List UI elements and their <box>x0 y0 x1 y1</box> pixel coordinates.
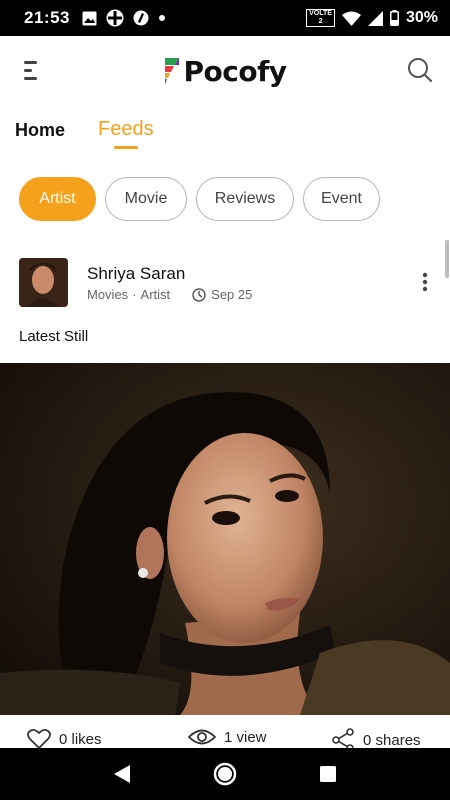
post-subcategory: Artist <box>140 287 171 302</box>
back-triangle-icon <box>113 765 130 783</box>
more-options-icon[interactable] <box>415 270 435 294</box>
status-bar: 21:53 VOLTE 2 30% <box>0 0 450 36</box>
battery-percent: 30% <box>405 9 438 26</box>
status-time: 21:53 <box>24 8 70 27</box>
status-right: VOLTE 2 30% <box>306 9 438 27</box>
recents-button[interactable] <box>306 752 350 796</box>
volte-badge-line2: 2 <box>318 18 323 25</box>
clock-icon <box>192 287 206 302</box>
post-meta: Movies · Artist Sep 25 <box>87 287 252 302</box>
post-header: Shriya Saran Movies · Artist Sep 25 <box>19 258 439 308</box>
active-tab-indicator <box>114 146 138 149</box>
menu-icon[interactable] <box>22 58 44 84</box>
views-count: 1 view <box>224 728 267 746</box>
home-button[interactable] <box>203 752 247 796</box>
main-tabs: Home Feeds <box>0 116 450 156</box>
like-button[interactable]: 0 likes <box>27 728 102 750</box>
chip-movie[interactable]: Movie <box>105 177 187 221</box>
app-name: Pocofy <box>183 54 287 88</box>
scrollbar[interactable] <box>445 240 449 278</box>
filter-chips: Artist Movie Reviews Event <box>19 177 380 221</box>
battery-icon <box>389 10 399 26</box>
chip-reviews[interactable]: Reviews <box>196 177 294 221</box>
cellular-signal-icon <box>367 10 383 26</box>
post-category: Movies <box>87 287 129 302</box>
app-notification-icon <box>133 10 149 26</box>
shares-count: 0 shares <box>363 731 421 749</box>
wifi-icon <box>341 11 361 26</box>
author-name[interactable]: Shriya Saran <box>87 264 185 284</box>
chip-event[interactable]: Event <box>303 177 380 221</box>
home-circle-icon <box>213 762 237 786</box>
image-notification-icon <box>82 11 97 25</box>
volte-badge-line1: VOLTE <box>309 10 332 17</box>
recents-square-icon <box>320 766 337 782</box>
likes-count: 0 likes <box>59 730 102 748</box>
notification-icons <box>82 9 166 27</box>
avatar[interactable] <box>19 258 68 307</box>
meta-separator: · <box>132 287 137 302</box>
heart-icon <box>27 728 51 750</box>
system-nav-bar <box>0 748 450 800</box>
post-image[interactable] <box>0 363 450 715</box>
views-indicator: 1 view <box>188 728 267 746</box>
volte-badge: VOLTE 2 <box>306 9 335 27</box>
tab-home[interactable]: Home <box>15 120 65 141</box>
back-button[interactable] <box>100 752 144 796</box>
app-logo: Pocofy <box>163 54 287 88</box>
eye-icon <box>188 729 216 745</box>
tab-feeds[interactable]: Feeds <box>98 118 154 141</box>
more-notifications-dot-icon <box>158 15 165 21</box>
post-date: Sep 25 <box>192 287 252 302</box>
game-notification-icon <box>106 9 124 27</box>
app-header: Pocofy <box>0 36 450 106</box>
avatar-portrait <box>19 258 68 307</box>
post-photo <box>0 363 450 715</box>
post-caption: Latest Still <box>19 328 89 345</box>
logo-mark-icon <box>165 58 180 85</box>
post-date-text: Sep 25 <box>211 287 253 302</box>
chip-artist[interactable]: Artist <box>19 177 96 221</box>
search-icon[interactable] <box>406 56 434 84</box>
